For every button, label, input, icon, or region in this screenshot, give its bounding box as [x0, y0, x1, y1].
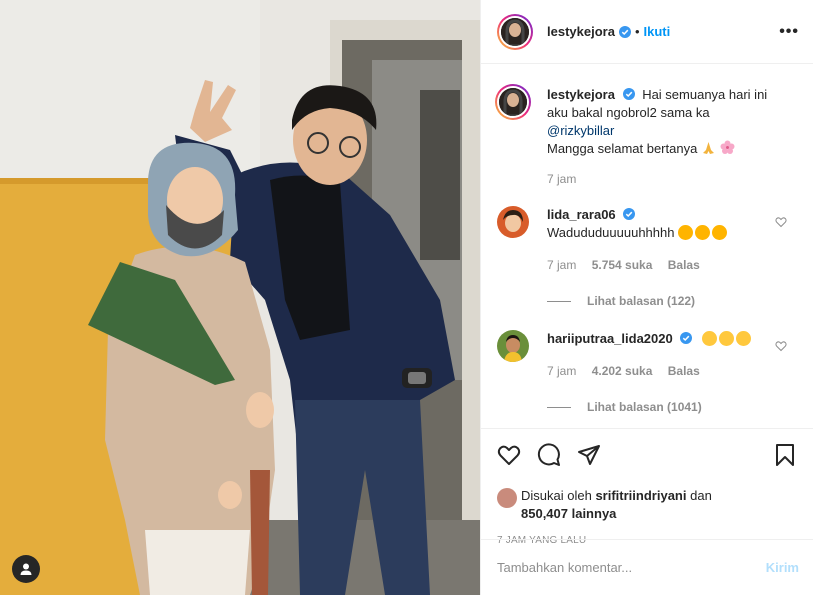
- view-replies-button[interactable]: Lihat balasan (122): [547, 294, 797, 308]
- user-tag-icon: [20, 563, 32, 575]
- share-icon[interactable]: [577, 443, 601, 467]
- user-tag-button[interactable]: [12, 555, 40, 583]
- follow-button[interactable]: Ikuti: [644, 24, 671, 39]
- commenter-avatar[interactable]: [497, 206, 529, 238]
- comment-composer: Kirim: [481, 539, 813, 595]
- replies-divider: [547, 300, 571, 302]
- view-replies-button[interactable]: Lihat balasan (1041): [547, 400, 797, 414]
- likes-prefix: Disukai oleh: [521, 488, 592, 503]
- comment-item: lida_rara06 Wadududuuuuuhhhhh 7 jam 5.75…: [497, 206, 797, 274]
- comment-time: 7 jam: [547, 364, 577, 378]
- likes-count[interactable]: 850,407 lainnya: [521, 506, 616, 521]
- comment-like-count[interactable]: 4.202 suka: [592, 364, 653, 378]
- caption-line-4: Mangga selamat bertanya: [547, 141, 698, 156]
- post-details-pane: lestykejora • Ikuti ••• lestykejora Hai …: [480, 0, 813, 595]
- liker-avatar[interactable]: [497, 488, 517, 508]
- verified-icon: [680, 332, 693, 344]
- comment-reply-button[interactable]: Balas: [668, 258, 700, 272]
- star-struck-emoji-icon: [678, 225, 694, 240]
- replies-divider: [547, 406, 571, 408]
- separator-dot: •: [634, 24, 640, 39]
- star-struck-emoji-icon: [695, 225, 711, 240]
- caption-author-avatar[interactable]: [495, 84, 531, 120]
- post-caption: lestykejora Hai semuanya hari ini aku ba…: [495, 84, 797, 188]
- comment-heart-icon[interactable]: [775, 340, 787, 352]
- action-icons: [497, 441, 797, 469]
- post-header: lestykejora • Ikuti •••: [481, 0, 813, 64]
- verified-icon: [623, 208, 636, 220]
- send-comment-button[interactable]: Kirim: [766, 560, 799, 575]
- caption-username[interactable]: lestykejora: [547, 87, 615, 102]
- comment-username[interactable]: lida_rara06: [547, 207, 616, 222]
- star-struck-emoji-icon: [712, 225, 728, 240]
- view-replies-label: Lihat balasan (122): [587, 294, 696, 308]
- comment-heart-icon[interactable]: [775, 216, 787, 228]
- commenter-avatar-image: [497, 330, 529, 362]
- author-avatar[interactable]: [497, 13, 533, 50]
- comment-like-count[interactable]: 5.754 suka: [592, 258, 653, 272]
- commenter-avatar-image: [497, 206, 529, 238]
- caption-line-1: Hai semuanya hari ini: [642, 87, 768, 102]
- verified-icon: [618, 25, 631, 38]
- hugging-face-emoji-icon: [735, 331, 751, 346]
- caption-mention-link[interactable]: @rizkybillar: [547, 122, 797, 140]
- heart-icon[interactable]: [497, 443, 521, 467]
- more-options-button[interactable]: •••: [779, 23, 799, 41]
- comment-icon[interactable]: [537, 443, 561, 467]
- praying-hands-emoji-icon: [702, 142, 714, 154]
- commenter-avatar[interactable]: [497, 330, 529, 362]
- hugging-face-emoji-icon: [701, 331, 717, 346]
- comment-text: Wadududuuuuuhhhhh: [547, 225, 675, 240]
- post-photo[interactable]: [0, 0, 480, 595]
- author-username[interactable]: lestykejora: [547, 24, 615, 39]
- view-replies-label: Lihat balasan (1041): [587, 400, 702, 414]
- caption-time: 7 jam: [547, 172, 577, 186]
- comment-item: hariiputraa_lida2020 7 jam 4.202 suka Ba…: [497, 330, 797, 380]
- caption-avatar-image: [499, 88, 527, 116]
- comment-username[interactable]: hariiputraa_lida2020: [547, 331, 673, 346]
- cherry-blossom-emoji-icon: [720, 140, 735, 154]
- comments-list[interactable]: lestykejora Hai semuanya hari ini aku ba…: [481, 66, 813, 428]
- caption-line-2: aku bakal ngobrol2 sama ka: [547, 105, 710, 120]
- comment-reply-button[interactable]: Balas: [668, 364, 700, 378]
- likes-middle: dan: [690, 488, 712, 503]
- comment-input[interactable]: [497, 560, 766, 575]
- comment-time: 7 jam: [547, 258, 577, 272]
- post-actions: Disukai oleh srifitriindriyani dan 850,4…: [481, 428, 813, 546]
- verified-icon: [622, 88, 635, 100]
- liker-username[interactable]: srifitriindriyani: [595, 488, 686, 503]
- author-avatar-image: [501, 17, 529, 46]
- bookmark-icon[interactable]: [773, 443, 797, 467]
- likes-summary: Disukai oleh srifitriindriyani dan 850,4…: [497, 487, 797, 523]
- hugging-face-emoji-icon: [718, 331, 734, 346]
- photo-illustration: [0, 0, 480, 595]
